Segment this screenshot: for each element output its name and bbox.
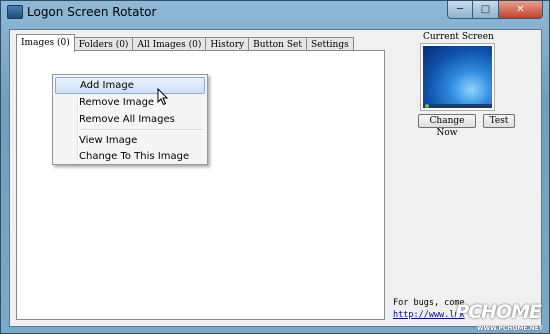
mouse-cursor-icon <box>157 88 169 106</box>
thumbnail-taskbar <box>423 104 492 108</box>
wallpaper-thumbnail <box>423 46 492 108</box>
title-bar[interactable]: Logon Screen Rotator ─ □ ✕ <box>1 1 549 23</box>
website-link[interactable]: http://www.luk <box>393 310 465 320</box>
tab-images[interactable]: Images (0) <box>16 34 75 52</box>
watermark-main: PCHOME <box>455 301 542 323</box>
menu-separator <box>81 129 203 131</box>
current-screen-preview <box>420 43 495 111</box>
app-window: Logon Screen Rotator ─ □ ✕ Images (0) Fo… <box>0 0 550 334</box>
window-title: Logon Screen Rotator <box>27 5 157 19</box>
client-area: Images (0) Folders (0) All Images (0) Hi… <box>9 29 542 327</box>
close-button[interactable]: ✕ <box>499 1 543 19</box>
maximize-button[interactable]: □ <box>473 1 499 19</box>
current-screen-label: Current Screen <box>423 32 494 42</box>
menu-item-remove-image[interactable]: Remove Image <box>55 94 205 111</box>
test-button[interactable]: Test <box>483 114 515 128</box>
menu-item-add-image[interactable]: Add Image <box>55 77 205 94</box>
menu-item-change-to-this-image[interactable]: Change To This Image <box>55 148 205 165</box>
minimize-button[interactable]: ─ <box>447 1 473 19</box>
start-orb-icon <box>425 104 429 108</box>
context-menu: Add Image Remove Image Remove All Images… <box>52 74 208 165</box>
app-icon <box>7 5 23 19</box>
menu-item-remove-all-images[interactable]: Remove All Images <box>55 111 205 128</box>
tab-strip: Images (0) Folders (0) All Images (0) Hi… <box>16 34 354 52</box>
watermark-sub: WWW.PCHOME.NET <box>476 325 543 332</box>
change-now-button[interactable]: Change Now <box>418 114 476 138</box>
menu-item-view-image[interactable]: View Image <box>55 132 205 149</box>
caption-buttons: ─ □ ✕ <box>447 1 543 19</box>
bugs-report-text: For bugs, come <box>393 298 465 308</box>
watermark-logo: PCHOME WWW.PCHOME.NET <box>455 293 547 333</box>
